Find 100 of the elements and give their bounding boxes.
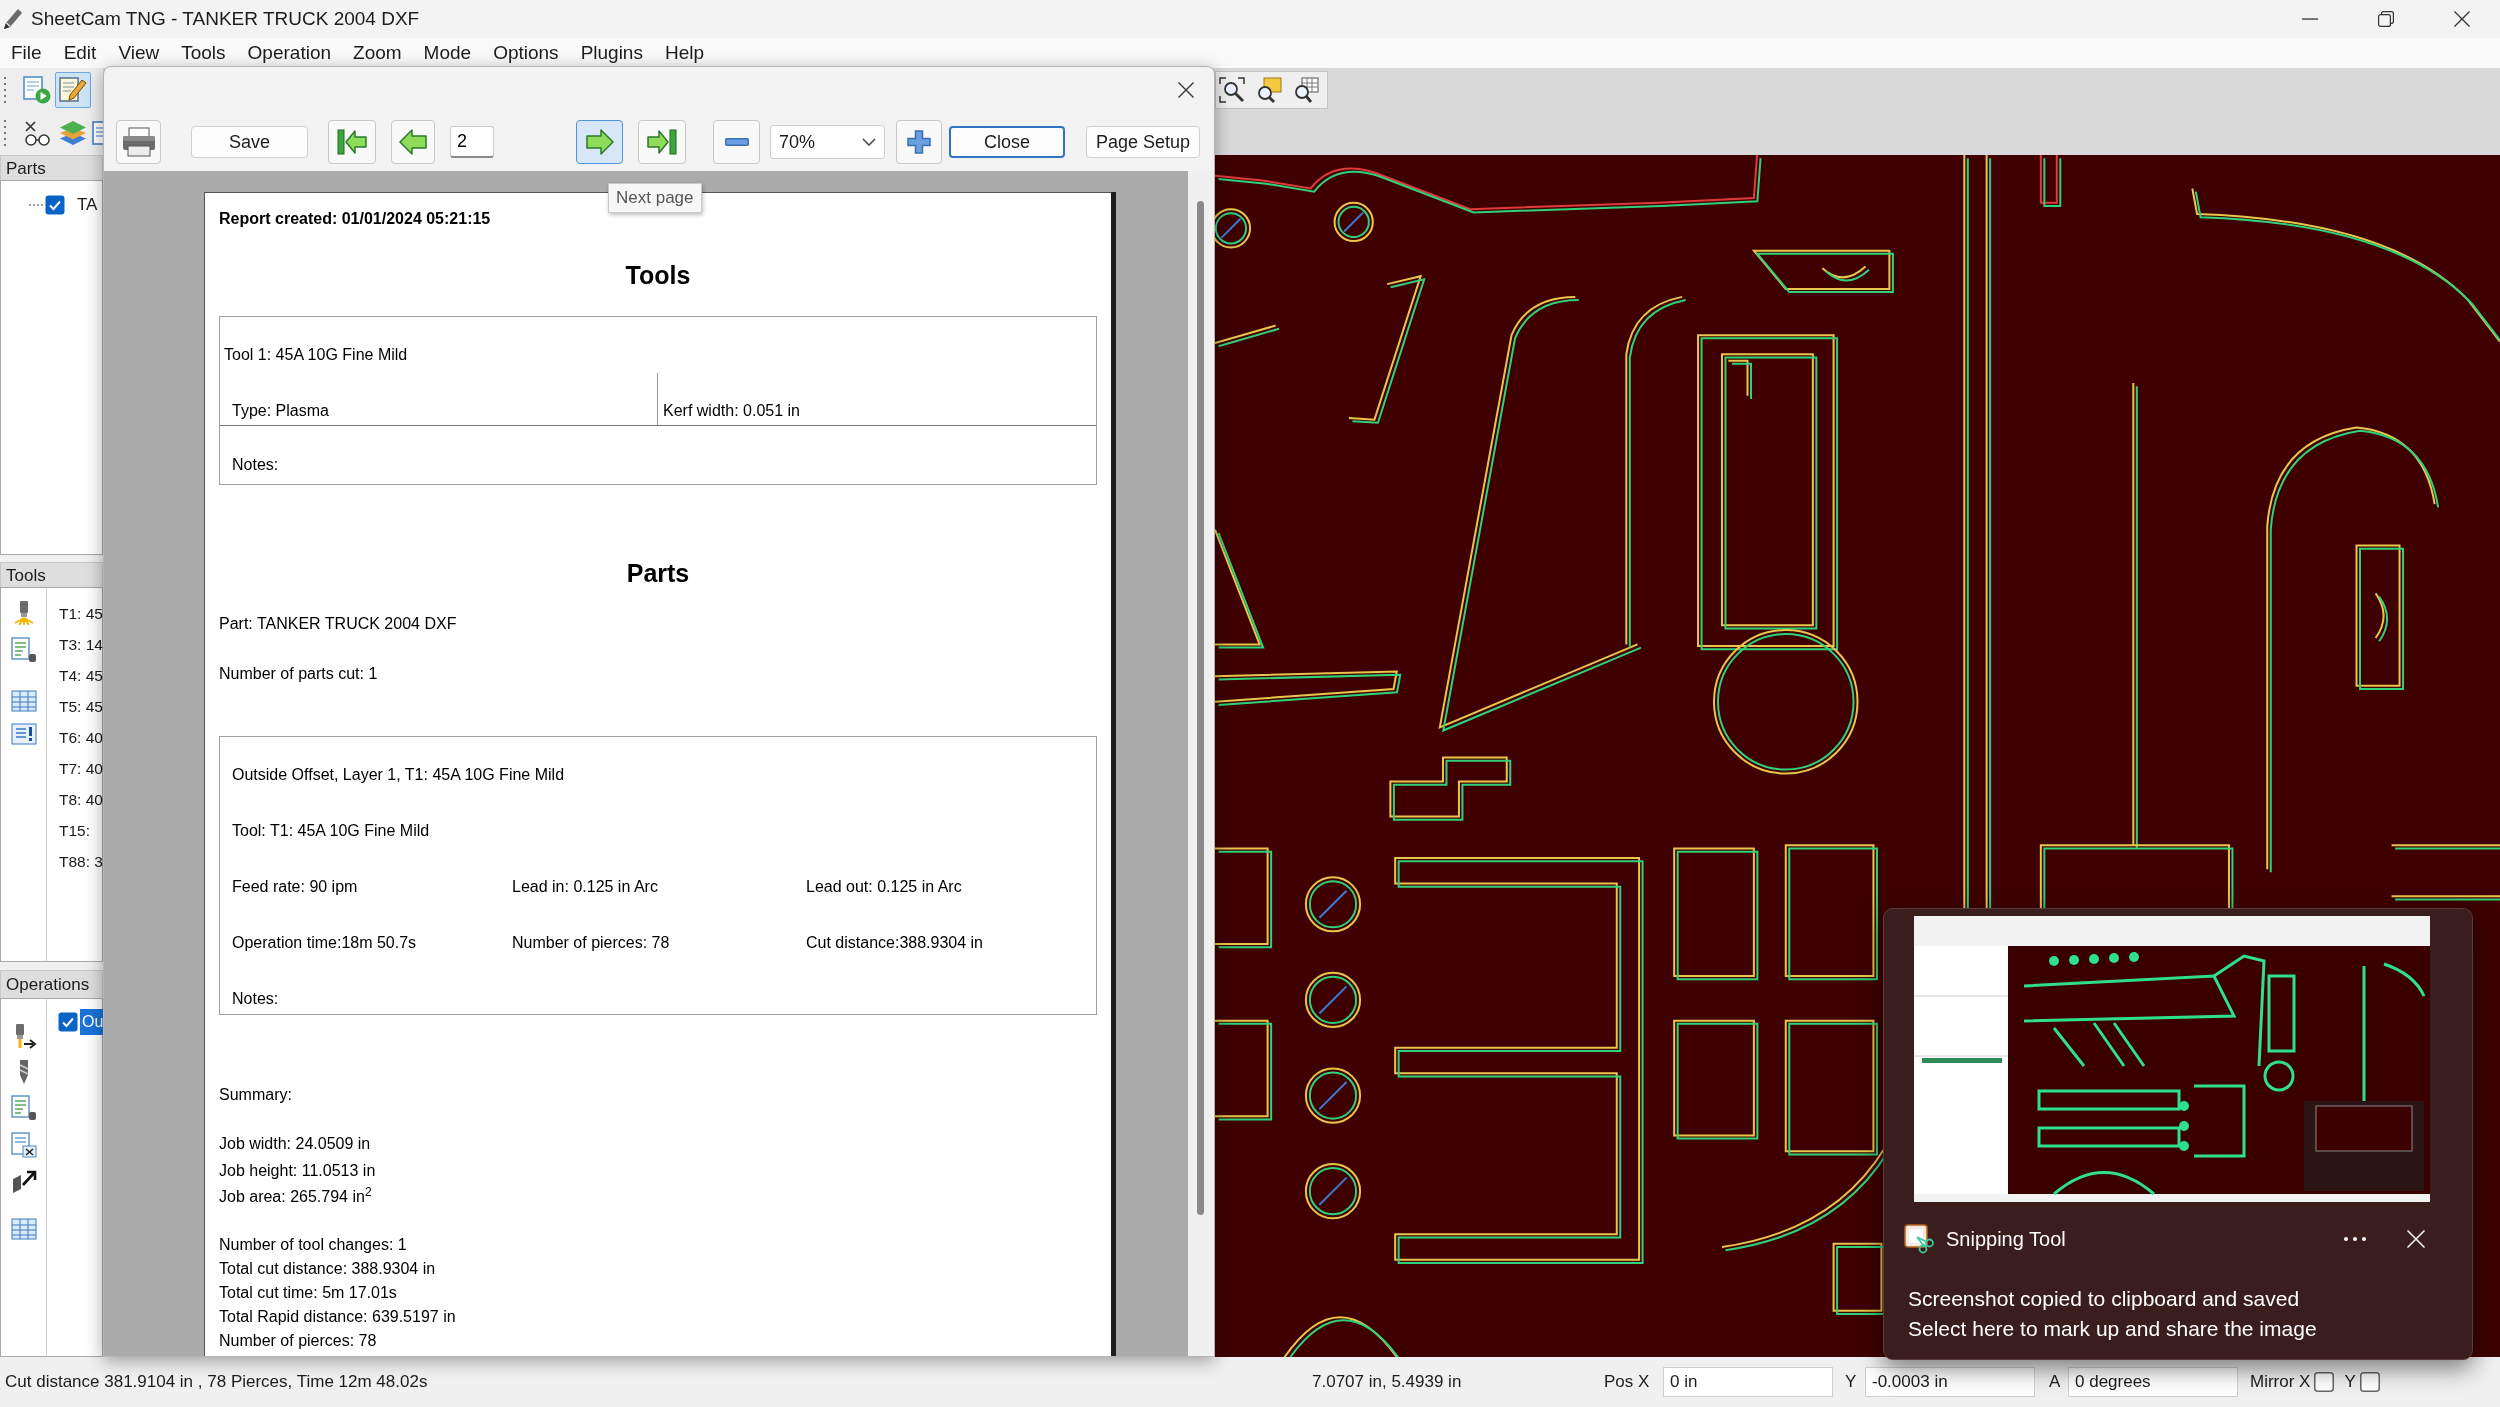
checkbox[interactable] <box>58 1012 78 1032</box>
panel-header: Tools <box>0 562 103 587</box>
zoom-in-button[interactable] <box>896 120 942 164</box>
tool-item[interactable]: T1: 45 <box>59 598 103 629</box>
summary-line: Number of pierces: 78 <box>219 1331 377 1351</box>
scrollbar-thumb[interactable] <box>1197 201 1204 1215</box>
summary-line: Total Rapid distance: 639.5197 in <box>219 1307 456 1327</box>
dialog-button[interactable]: Close <box>949 126 1065 158</box>
menu-item[interactable]: Zoom <box>353 40 402 66</box>
glasses-icon <box>23 120 51 147</box>
section-heading: Tools <box>625 260 691 290</box>
list-entry[interactable]: Ou <box>80 1009 106 1035</box>
layers-icon <box>60 121 86 146</box>
menu-item[interactable]: Operation <box>247 40 332 66</box>
next-page-button[interactable] <box>576 120 623 164</box>
panel-header: Operations <box>0 970 103 998</box>
field-label: Y <box>1845 1371 1857 1394</box>
printer-icon <box>121 127 156 157</box>
magnifier-grid-icon[interactable] <box>1293 76 1319 103</box>
summary-line: Job area: 265.794 in$^{2}$ <box>219 1184 372 1207</box>
field-label: Pos X <box>1604 1371 1650 1394</box>
arrow-to-start-icon <box>337 128 367 156</box>
summary-line: Total cut time: 5m 17.01s <box>219 1283 397 1303</box>
previous-page-button[interactable] <box>391 120 435 164</box>
summary-line: Total cut distance: 388.9304 in <box>219 1259 436 1279</box>
tool-item[interactable]: T15: <box>59 815 90 846</box>
menu-item[interactable]: View <box>118 40 160 66</box>
tool-item[interactable]: T88: 3 <box>59 846 103 877</box>
screenshot-thumbnail-drawing[interactable] <box>1914 916 2430 1202</box>
sheet-play-icon <box>23 75 51 104</box>
magnifier-frame-icon[interactable] <box>1219 76 1245 103</box>
coordinate-field[interactable]: 0 degrees <box>2068 1367 2238 1397</box>
dialog-button[interactable]: Save <box>191 126 308 158</box>
field-label: A <box>2049 1371 2061 1394</box>
last-page-button[interactable] <box>638 120 686 164</box>
script-sheet-icon[interactable] <box>10 1132 37 1158</box>
summary-line: Job height: 11.0513 in <box>219 1160 376 1181</box>
menu-item[interactable]: Edit <box>63 40 97 66</box>
status-message: Cut distance 381.9104 in , 78 Pierces, Time 12m 48.02s <box>4 1371 428 1394</box>
tool-name: Tool 1: 45A 10G Fine Mild <box>224 345 408 365</box>
table-icon[interactable] <box>10 1216 37 1242</box>
operation-tool: Tool: T1: 45A 10G Fine Mild <box>232 821 430 841</box>
notification-title: Screenshot copied to clipboard and saved <box>1908 1286 2300 1312</box>
zoom-dropdown[interactable]: 70% <box>770 125 885 159</box>
table-icon[interactable] <box>10 688 37 714</box>
operation-title: Outside Offset, Layer 1, T1: 45A 10G Fine Mild <box>232 765 565 785</box>
operation-detail: Operation time:18m 50.7s <box>232 933 417 953</box>
tool-arrow-icon[interactable] <box>10 1168 37 1194</box>
plus-icon <box>907 130 931 154</box>
restore-icon <box>2378 11 2394 27</box>
tool-type: Type: Plasma <box>232 401 329 421</box>
tree-connector <box>29 204 43 206</box>
menu-item[interactable]: Options <box>493 40 559 66</box>
operation-detail: Feed rate: 90 ipm <box>232 877 358 897</box>
notification-toast[interactable]: Snipping Tool Screenshot copied to clipboard and saved Select here to mark up and share the image <box>1883 908 2473 1360</box>
menu-item[interactable]: Tools <box>181 40 226 66</box>
more-icon <box>2344 1237 2366 1241</box>
tool-item[interactable]: T8: 40 <box>59 784 103 815</box>
window-title: SheetCam TNG - TANKER TRUCK 2004 DXF <box>31 6 420 31</box>
dialog-button[interactable]: Page Setup <box>1086 126 1200 158</box>
checkbox-label: Y <box>2344 1371 2356 1394</box>
notes-label: Notes: <box>232 455 279 475</box>
tool-item[interactable]: T4: 45 <box>59 660 103 691</box>
checkbox-label: Mirror X <box>2250 1371 2311 1394</box>
tree-entry[interactable]: TA <box>77 195 98 215</box>
close-icon <box>1178 82 1194 98</box>
right-arrow-icon <box>585 128 614 156</box>
coordinate-field[interactable]: -0.0003 in <box>1865 1367 2035 1397</box>
menu-item[interactable]: Plugins <box>580 40 643 66</box>
menu-item[interactable]: Help <box>664 40 705 66</box>
checkbox[interactable] <box>2359 1372 2380 1392</box>
parts-cut-count: Number of parts cut: 1 <box>219 664 378 684</box>
list-alert-icon[interactable] <box>10 721 37 747</box>
edit-button[interactable] <box>55 71 91 108</box>
scissors-icon <box>1904 1224 1934 1254</box>
kerf-width: Kerf width: 0.051 in <box>663 401 800 421</box>
close-icon <box>2454 11 2470 27</box>
code-sheet-icon[interactable] <box>10 1095 37 1121</box>
tool-item[interactable]: T7: 40 <box>59 753 103 784</box>
checkbox[interactable] <box>2314 1372 2335 1392</box>
magnifier-note-icon[interactable] <box>1256 76 1282 103</box>
grip-icon[interactable] <box>3 119 7 148</box>
summary-line: Number of tool changes: 1 <box>219 1235 407 1255</box>
scrollbar[interactable] <box>1188 171 1214 1356</box>
tool-item[interactable]: T5: 45 <box>59 691 103 722</box>
page-number-field[interactable]: 2 <box>450 126 494 158</box>
summary-line: Job width: 24.0509 in <box>219 1134 371 1154</box>
coordinate-field[interactable]: 0 in <box>1663 1367 1833 1397</box>
first-page-button[interactable] <box>328 120 376 164</box>
panel-header: Parts <box>0 155 103 180</box>
menu-item[interactable]: Mode <box>423 40 472 66</box>
code-sheet-icon[interactable] <box>10 637 37 663</box>
grip-icon[interactable] <box>3 75 7 104</box>
checkbox[interactable] <box>45 195 65 215</box>
operation-detail: Lead out: 0.125 in Arc <box>806 877 962 897</box>
menu-item[interactable]: File <box>11 40 42 66</box>
zoom-out-button[interactable] <box>713 120 760 164</box>
tool-item[interactable]: T6: 40 <box>59 722 103 753</box>
print-button[interactable] <box>116 120 161 164</box>
tool-item[interactable]: T3: 14 <box>59 629 103 660</box>
